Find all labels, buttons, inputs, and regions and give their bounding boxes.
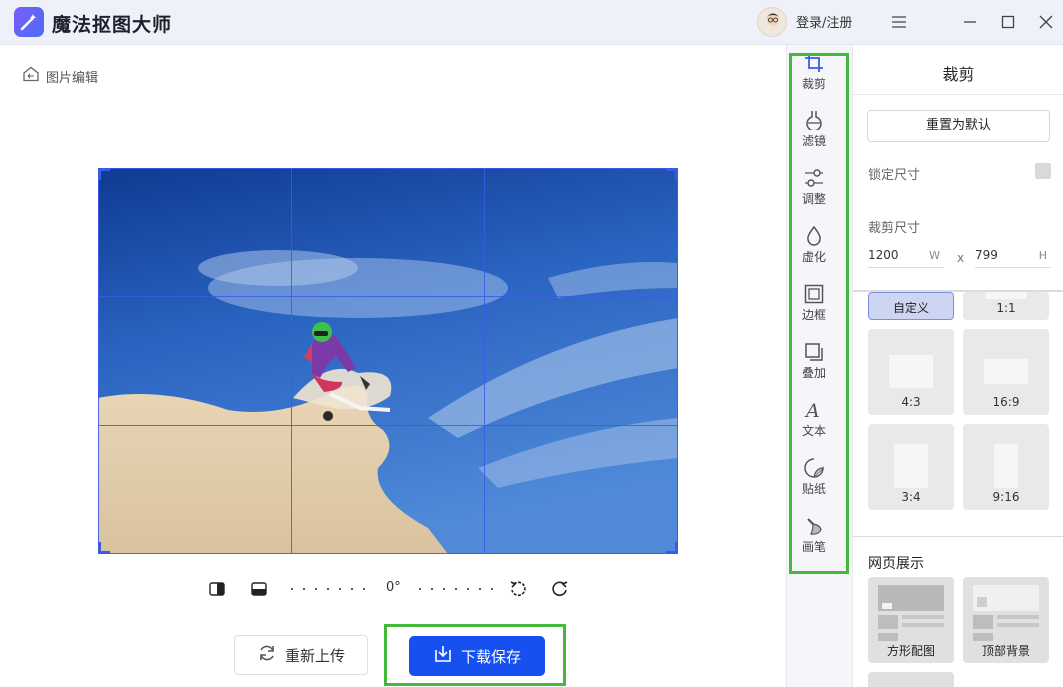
flip-vertical-icon[interactable] <box>248 578 270 600</box>
web-more-item[interactable] <box>868 672 954 687</box>
rotate-left-icon[interactable] <box>507 578 529 600</box>
ratio-9-16[interactable]: 9:16 <box>963 424 1049 510</box>
height-value: 799 <box>975 248 998 262</box>
ratio-thumb <box>889 355 933 388</box>
rotation-angle: 0° <box>386 580 401 595</box>
crop-frame[interactable] <box>98 168 678 554</box>
ratio-label: 1:1 <box>996 301 1016 315</box>
divider <box>853 94 1063 95</box>
height-unit: H <box>1038 249 1047 262</box>
rotation-slider-right[interactable] <box>414 588 498 590</box>
transform-toolbar: 0° <box>0 578 780 600</box>
download-icon <box>433 644 453 668</box>
crop-handle-top-right[interactable] <box>666 168 678 180</box>
home-icon <box>22 66 40 86</box>
ratio-label: 16:9 <box>992 395 1020 409</box>
width-unit: W <box>929 249 940 262</box>
ratio-thumb <box>994 444 1018 488</box>
ratio-label: 4:3 <box>901 395 921 409</box>
width-value: 1200 <box>868 248 899 262</box>
save-highlight: 下载保存 <box>384 624 566 686</box>
avatar[interactable] <box>757 7 787 37</box>
flip-horizontal-icon[interactable] <box>206 578 228 600</box>
ratio-thumb <box>894 444 928 488</box>
ratio-thumb <box>984 359 1028 384</box>
ratio-label: 9:16 <box>992 490 1020 504</box>
web-layout-thumb <box>973 585 1039 641</box>
crop-settings-panel: 裁剪 重置为默认 锁定尺寸 裁剪尺寸 1200 W x 799 H 自定义 1:… <box>852 45 1063 687</box>
height-input[interactable]: 799 H <box>975 244 1051 268</box>
login-register-link[interactable]: 登录/注册 <box>796 12 852 31</box>
refresh-icon <box>257 643 277 667</box>
times-sign: x <box>957 251 965 265</box>
reupload-label: 重新上传 <box>284 646 345 665</box>
crop-grid-line <box>98 425 678 426</box>
width-input[interactable]: 1200 W <box>868 244 944 268</box>
web-item-label: 顶部背景 <box>981 644 1030 658</box>
panel-title: 裁剪 <box>942 65 975 84</box>
back-to-image-edit[interactable]: 图片编辑 <box>22 66 98 86</box>
web-square-image[interactable]: 方形配图 <box>868 577 954 663</box>
image-canvas[interactable] <box>98 168 678 554</box>
crop-handle-bottom-left[interactable] <box>98 542 110 554</box>
menu-icon[interactable] <box>887 10 911 34</box>
reset-default-button[interactable]: 重置为默认 <box>867 110 1050 142</box>
ratio-3-4[interactable]: 3:4 <box>868 424 954 510</box>
crop-grid-line <box>484 168 485 554</box>
crop-grid-line <box>98 296 678 297</box>
rotation-slider-left[interactable] <box>286 588 370 590</box>
web-layout-thumb <box>878 585 944 641</box>
crop-grid-line <box>291 168 292 554</box>
ratio-thumb <box>985 292 1027 299</box>
ratio-16-9[interactable]: 16:9 <box>963 329 1049 415</box>
crop-handle-top-left[interactable] <box>98 168 110 180</box>
app-logo-icon <box>14 7 44 37</box>
ratio-label: 3:4 <box>901 490 921 504</box>
ratio-1-1[interactable]: 1:1 <box>963 292 1049 320</box>
lock-size-checkbox[interactable] <box>1035 163 1051 179</box>
panel-divider <box>853 536 1063 537</box>
back-label: 图片编辑 <box>46 70 99 86</box>
title-bar: 魔法抠图大师 登录/注册 <box>0 0 1063 45</box>
save-label: 下载保存 <box>460 647 521 666</box>
lock-size-label: 锁定尺寸 <box>868 168 921 183</box>
app-title: 魔法抠图大师 <box>52 14 173 36</box>
ratio-custom[interactable]: 自定义 <box>868 292 954 320</box>
web-top-background[interactable]: 顶部背景 <box>963 577 1049 663</box>
web-item-label: 方形配图 <box>886 644 935 658</box>
rotate-right-icon[interactable] <box>549 578 571 600</box>
crop-size-label: 裁剪尺寸 <box>868 221 921 236</box>
reupload-button[interactable]: 重新上传 <box>234 635 368 675</box>
crop-handle-bottom-right[interactable] <box>666 542 678 554</box>
web-display-title: 网页展示 <box>868 556 924 572</box>
close-icon[interactable] <box>1034 10 1058 34</box>
maximize-icon[interactable] <box>996 10 1020 34</box>
tool-sidebar-highlight <box>789 53 849 574</box>
download-save-button[interactable]: 下载保存 <box>409 636 545 676</box>
minimize-icon[interactable] <box>958 10 982 34</box>
ratio-4-3[interactable]: 4:3 <box>868 329 954 415</box>
ratio-label: 自定义 <box>892 301 929 315</box>
